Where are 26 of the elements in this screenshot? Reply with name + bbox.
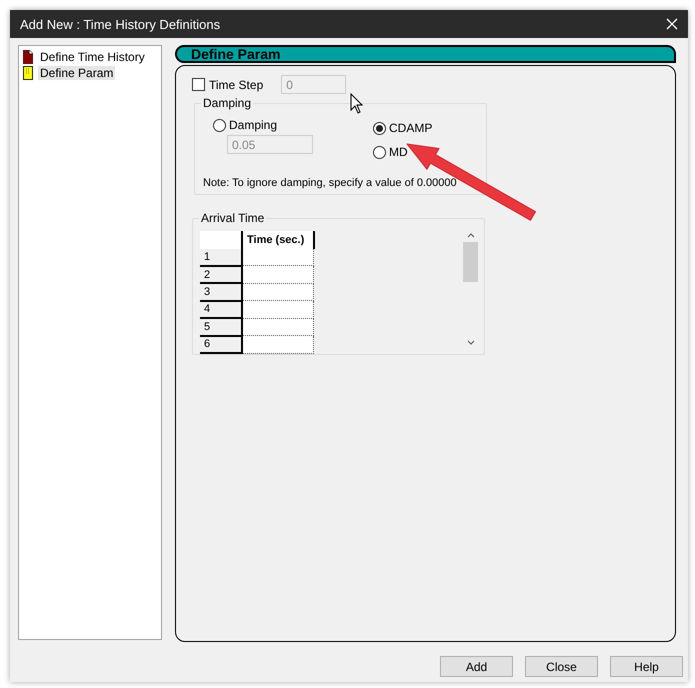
checkbox[interactable] [192, 78, 205, 91]
table-corner [200, 231, 242, 250]
table-cell[interactable] [242, 336, 314, 353]
radio-button[interactable]: CDAMP [373, 119, 486, 137]
tree-item[interactable]: Define Time History [38, 50, 147, 64]
group-title: Arrival Time [199, 211, 266, 225]
note-text: Note: To ignore damping, specify a value of 0.00000 [203, 176, 458, 190]
dialog-button[interactable]: Close [525, 656, 598, 677]
dialog-button[interactable]: Add [440, 656, 513, 677]
note-icon [23, 66, 33, 80]
column-header: Time (sec.) [242, 231, 314, 250]
row-number: 3 [200, 283, 242, 301]
row-number: 5 [200, 318, 242, 336]
row-number: 1 [200, 249, 242, 266]
radio-button[interactable]: MD [373, 143, 486, 161]
scrollbar[interactable] [462, 233, 478, 345]
document-icon [23, 50, 33, 64]
cursor-icon [350, 93, 364, 115]
section-header: Define Param [175, 45, 676, 63]
close-icon[interactable] [666, 18, 678, 30]
dialog-button[interactable]: Help [610, 656, 683, 677]
checkbox-label: Time Step [209, 78, 264, 92]
tree-item[interactable]: Define Param [38, 66, 116, 80]
window-title: Add New : Time History Definitions [20, 16, 220, 32]
radio-button[interactable]: Damping [213, 116, 373, 134]
group-title: Damping [201, 96, 254, 110]
